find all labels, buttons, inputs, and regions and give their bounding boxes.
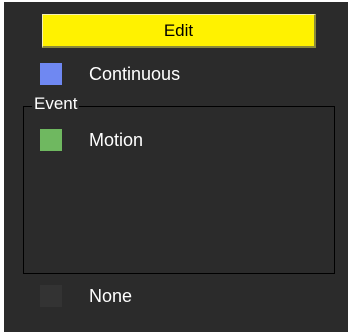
legend-item-motion: Motion: [40, 129, 143, 151]
continuous-swatch: [40, 63, 62, 85]
event-group-title: Event: [32, 94, 80, 114]
edit-button[interactable]: Edit: [42, 14, 316, 48]
continuous-label: Continuous: [89, 64, 181, 84]
none-swatch: [40, 285, 62, 307]
none-label: None: [89, 286, 133, 306]
motion-label: Motion: [89, 130, 144, 150]
legend-item-none: None: [40, 285, 132, 307]
recording-legend-panel: Edit Continuous Event Motion None: [4, 2, 348, 332]
legend-item-continuous: Continuous: [40, 63, 180, 85]
motion-swatch: [40, 129, 62, 151]
